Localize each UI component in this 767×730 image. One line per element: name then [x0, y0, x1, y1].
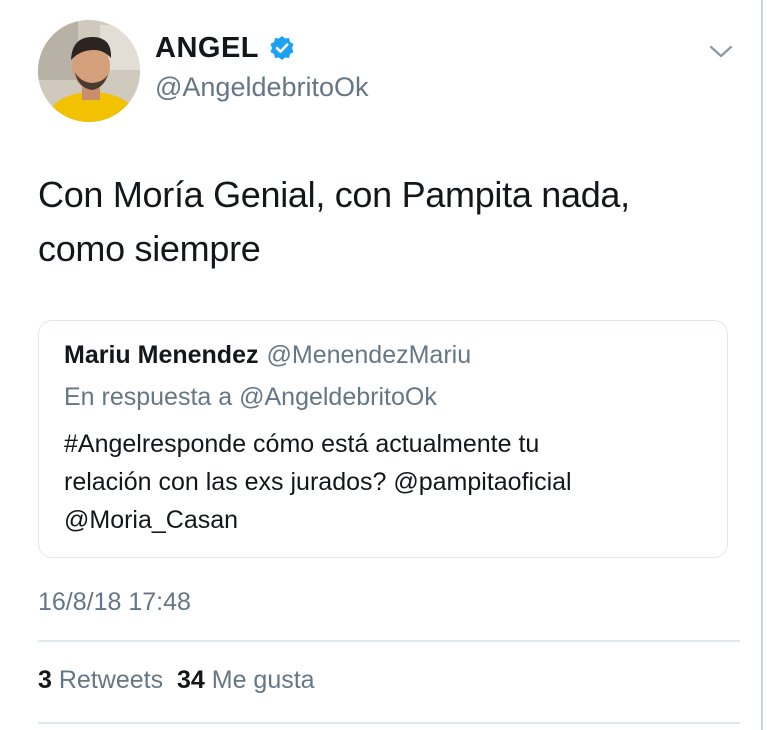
divider — [38, 722, 740, 724]
quoted-text-line: relación con las exs jurados? @pampitaof… — [64, 468, 572, 496]
retweets-count: 3 — [38, 666, 52, 694]
tweet-text: Con Moría Genial, con Pampita nada, como… — [38, 168, 728, 276]
author-display-name[interactable]: ANGEL — [155, 32, 259, 65]
likes-count: 34 — [176, 666, 205, 694]
tweet-text-line: como siempre — [38, 228, 261, 269]
tweet-stats: 3 Retweets 34 Me gusta — [38, 666, 315, 695]
quoted-reply-context: En respuesta a @AngeldebritoOk — [64, 383, 437, 411]
retweets-label: Retweets — [58, 666, 164, 694]
quoted-text-line: @Moria_Casan — [64, 506, 239, 534]
quoted-author-name: Mariu Menendez — [64, 341, 259, 369]
divider — [38, 640, 740, 642]
verified-badge-icon — [269, 35, 295, 61]
chevron-down-icon[interactable] — [706, 42, 736, 62]
quoted-tweet-card[interactable]: Mariu Menendez @MenendezMariu En respuest… — [38, 320, 728, 558]
quoted-tweet-header: Mariu Menendez @MenendezMariu — [64, 341, 471, 370]
right-edge-border — [761, 0, 763, 730]
quoted-tweet-text: #Angelresponde cómo está actualmente tu … — [64, 425, 714, 539]
author-name-row: ANGEL — [155, 28, 295, 68]
quoted-author-handle: @MenendezMariu — [266, 341, 472, 369]
likes-stat[interactable]: 34 Me gusta — [177, 666, 315, 694]
quoted-text-line: #Angelresponde cómo está actualmente tu — [64, 430, 540, 458]
avatar[interactable] — [38, 20, 140, 122]
tweet-text-line: Con Moría Genial, con Pampita nada, — [38, 174, 630, 215]
retweets-stat[interactable]: 3 Retweets — [38, 666, 163, 694]
likes-label: Me gusta — [211, 666, 315, 694]
tweet-timestamp[interactable]: 16/8/18 17:48 — [38, 588, 191, 617]
tweet-card: ANGEL @AngeldebritoOk Con Moría Genial, … — [0, 0, 760, 730]
author-handle[interactable]: @AngeldebritoOk — [155, 72, 369, 103]
